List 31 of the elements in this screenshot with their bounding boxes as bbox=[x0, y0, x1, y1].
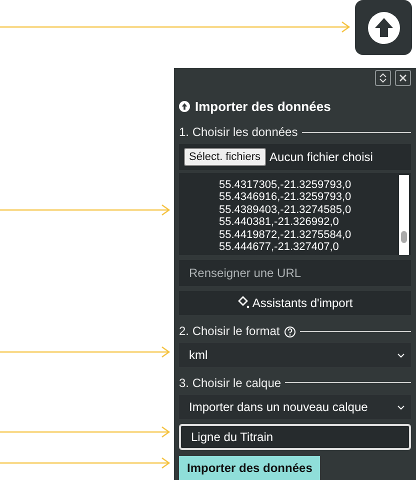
close-button[interactable] bbox=[395, 70, 411, 86]
file-status: Aucun fichier choisi bbox=[270, 149, 373, 166]
section-label: 2. Choisir le format bbox=[179, 323, 280, 340]
chevrons-icon bbox=[379, 73, 387, 83]
panel-title: Importer des données bbox=[195, 98, 331, 116]
file-select-button[interactable]: Sélect. fichiers bbox=[184, 148, 266, 166]
chevron-icon bbox=[397, 352, 405, 359]
import-button[interactable]: Importer des données bbox=[179, 456, 320, 480]
assistants-button[interactable]: Assistants d'import bbox=[179, 290, 411, 316]
scrollbar[interactable] bbox=[399, 174, 409, 255]
text-line: 55.4346916,-21.3259793,0 bbox=[219, 191, 352, 204]
name-field[interactable]: Ligne du Titrain bbox=[179, 424, 411, 450]
select-field[interactable]: kml bbox=[179, 343, 411, 367]
upload-icon bbox=[179, 101, 190, 112]
chevron-icon bbox=[397, 404, 405, 411]
text-line: 55.440381,-21.326992,0 bbox=[219, 216, 340, 229]
url-field[interactable]: Renseigner une URL bbox=[179, 260, 411, 286]
section-label: 1. Choisir les données bbox=[179, 124, 298, 142]
text-line: 55.4419872,-21.3275584,0 bbox=[219, 228, 352, 242]
upload-button[interactable] bbox=[355, 0, 412, 55]
resize-button[interactable] bbox=[375, 70, 391, 86]
help-icon[interactable] bbox=[284, 326, 296, 338]
data-text-area[interactable]: 55.4317305,-21.3259793,0 55.4346916,-21.3259793,0 55.4389403,-21.3274585,0 55.440381,-21.326992,0 55.4419872,-21.3275584,0 55.444677,-21.327407,0 bbox=[179, 172, 411, 255]
text-line: 55.4317305,-21.3259793,0 bbox=[219, 178, 352, 192]
section-label: 3. Choisir le calque bbox=[179, 374, 282, 392]
select-field[interactable]: Importer dans un nouveau calque bbox=[179, 394, 411, 419]
sparkle-icon bbox=[237, 296, 250, 310]
upload-icon bbox=[366, 10, 400, 44]
text-line: 55.444677,-21.327407,0 bbox=[219, 241, 340, 254]
close-icon bbox=[399, 74, 407, 82]
text-line: 55.4389403,-21.3274585,0 bbox=[219, 204, 352, 216]
